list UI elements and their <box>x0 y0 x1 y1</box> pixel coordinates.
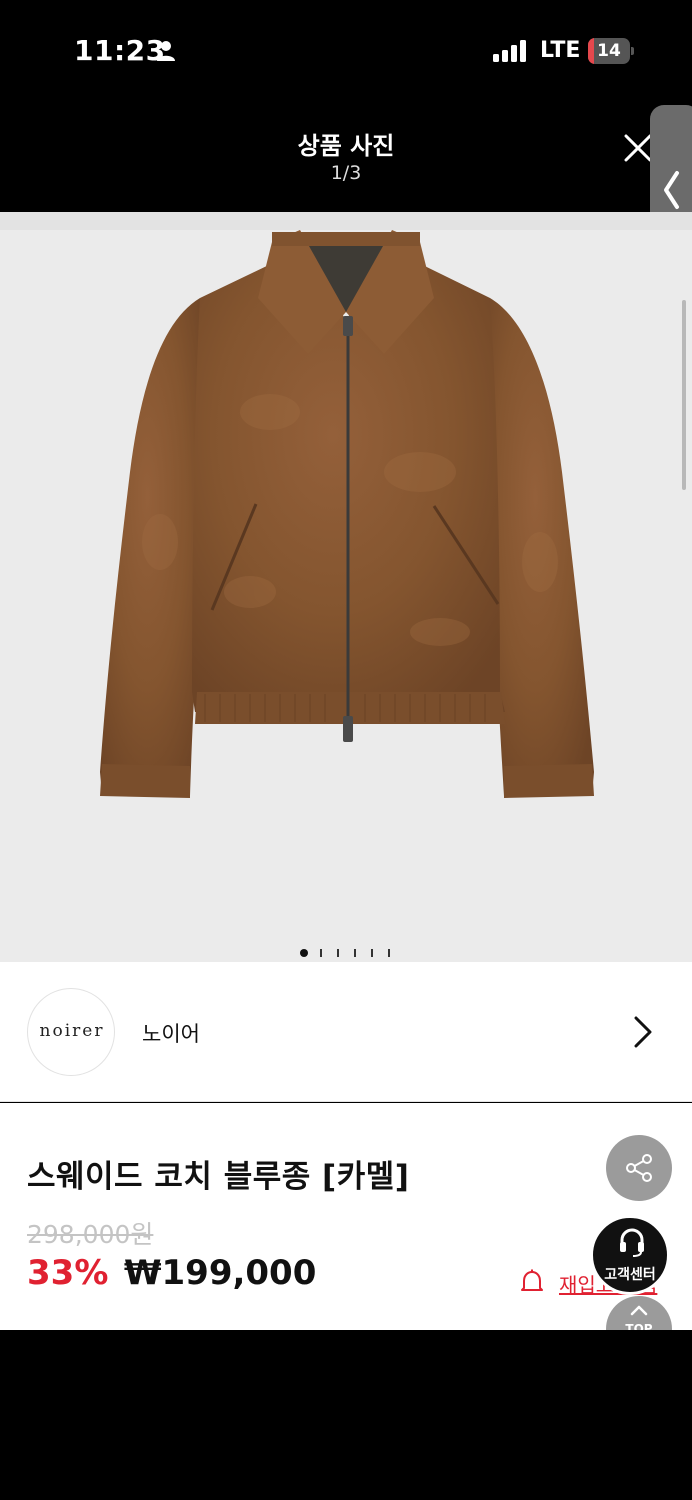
battery-icon: 14 <box>588 38 634 64</box>
brand-logo-text: noirer <box>39 1021 105 1041</box>
arrow-up-icon <box>630 1305 648 1316</box>
pagination-dot[interactable] <box>320 949 322 957</box>
brand-name: 노이어 <box>142 1022 200 1046</box>
bell-icon <box>521 1269 543 1291</box>
bottom-area <box>0 1330 692 1500</box>
brand-logo: noirer <box>27 988 115 1076</box>
page-title: 상품 사진 <box>297 132 395 160</box>
chevron-right-icon[interactable] <box>632 1014 654 1050</box>
product-name: 스웨이드 코치 블루종 [카멜] <box>27 1159 410 1195</box>
product-info: 스웨이드 코치 블루종 [카멜] 298,000원 33% ₩199,000 재… <box>0 1103 692 1330</box>
pagination-dot[interactable] <box>354 949 356 957</box>
status-bar: 11:23 LTE 14 <box>0 0 692 100</box>
headset-icon <box>620 1228 644 1257</box>
battery-level: 14 <box>597 41 621 61</box>
share-icon <box>626 1154 652 1182</box>
pagination-dot[interactable] <box>337 949 339 957</box>
sale-price: ₩199,000 <box>124 1253 317 1293</box>
pagination-dot[interactable] <box>388 949 390 957</box>
product-photo[interactable] <box>0 212 692 962</box>
photo-viewer-header: 상품 사진 1/3 <box>0 100 692 212</box>
original-price: 298,000원 <box>27 1220 154 1249</box>
status-time: 11:23 <box>74 34 166 67</box>
brand-row[interactable]: noirer 노이어 <box>0 962 692 1102</box>
signal-icon <box>493 40 526 62</box>
person-icon <box>157 41 175 61</box>
customer-center-label: 고객센터 <box>604 1267 656 1283</box>
share-button[interactable] <box>606 1135 672 1201</box>
customer-center-button[interactable]: 고객센터 <box>590 1215 670 1295</box>
chevron-left-icon <box>664 171 679 209</box>
pagination-dot[interactable] <box>300 949 308 957</box>
jacket-image <box>100 230 594 798</box>
network-type: LTE <box>540 38 581 63</box>
pagination-dot[interactable] <box>371 949 373 957</box>
photo-counter: 1/3 <box>330 162 362 184</box>
scroll-indicator <box>682 300 686 490</box>
discount-rate: 33% <box>27 1253 109 1293</box>
